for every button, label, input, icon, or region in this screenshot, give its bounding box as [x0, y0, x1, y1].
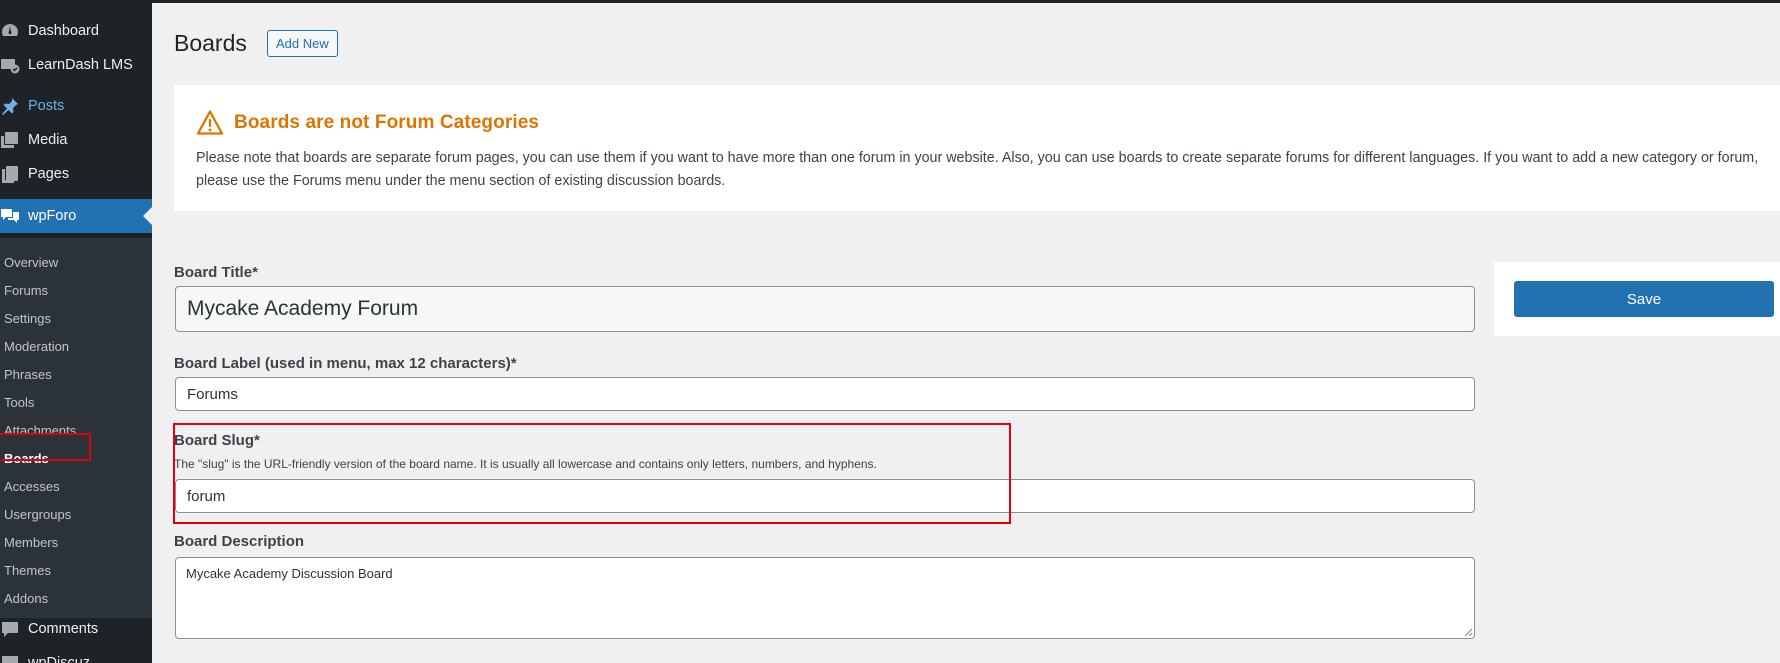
- current-arrow: [143, 207, 152, 225]
- submenu-settings[interactable]: Settings: [0, 305, 152, 331]
- dashboard-icon: [0, 21, 20, 41]
- admin-sidebar: Dashboard LearnDash LMS Posts Media Page…: [0, 3, 152, 663]
- submenu-overview[interactable]: Overview: [0, 249, 152, 275]
- page-title: Boards: [174, 30, 247, 56]
- menu-media[interactable]: Media: [0, 123, 152, 157]
- submenu-accesses[interactable]: Accesses: [0, 473, 152, 499]
- menu-label: wpForo: [28, 208, 77, 224]
- media-icon: [0, 130, 20, 150]
- slug-highlight-box: [173, 423, 1011, 524]
- menu-label: Posts: [28, 98, 65, 114]
- admin-bar: [0, 0, 1780, 3]
- resize-grip-icon[interactable]: [1462, 626, 1473, 637]
- boards-highlight-box: [0, 433, 91, 461]
- comments-icon: [0, 619, 20, 639]
- board-description-textarea[interactable]: Mycake Academy Discussion Board: [175, 557, 1475, 639]
- menu-dashboard[interactable]: Dashboard: [0, 14, 152, 48]
- menu-label: LearnDash LMS: [28, 57, 133, 73]
- notice-title: Boards are not Forum Categories: [234, 112, 540, 133]
- board-title-label: Board Title*: [174, 264, 258, 281]
- save-panel: Save: [1494, 262, 1780, 336]
- board-label-input[interactable]: Forums: [175, 377, 1475, 411]
- submenu-themes[interactable]: Themes: [0, 557, 152, 583]
- submenu-addons[interactable]: Addons: [0, 585, 152, 611]
- menu-label: Media: [28, 132, 68, 148]
- menu-posts[interactable]: Posts: [0, 89, 152, 123]
- add-new-button[interactable]: Add New: [267, 30, 338, 57]
- pin-icon: [0, 96, 20, 116]
- board-description-label: Board Description: [174, 533, 305, 550]
- menu-label: Comments: [28, 621, 99, 637]
- pages-icon: [0, 164, 20, 184]
- menu-comments[interactable]: Comments: [0, 612, 152, 646]
- menu-label: wpDiscuz: [28, 655, 91, 663]
- info-notice: Boards are not Forum Categories Please n…: [174, 85, 1780, 211]
- submenu-forums[interactable]: Forums: [0, 277, 152, 303]
- wpdiscuz-icon: [0, 653, 20, 663]
- notice-text: Please note that boards are separate for…: [196, 150, 1759, 189]
- forum-icon: [0, 206, 20, 226]
- submenu-moderation[interactable]: Moderation: [0, 333, 152, 359]
- menu-label: Pages: [28, 166, 70, 182]
- learndash-icon: [0, 55, 20, 75]
- board-label-label: Board Label (used in menu, max 12 charac…: [174, 355, 517, 372]
- menu-pages[interactable]: Pages: [0, 157, 152, 191]
- submenu-members[interactable]: Members: [0, 529, 152, 555]
- menu-label: Dashboard: [28, 23, 99, 39]
- menu-learndash[interactable]: LearnDash LMS: [0, 48, 152, 82]
- menu-wpforo[interactable]: wpForo: [0, 199, 152, 233]
- submenu-tools[interactable]: Tools: [0, 389, 152, 415]
- submenu-phrases[interactable]: Phrases: [0, 361, 152, 387]
- menu-wpdiscuz[interactable]: wpDiscuz: [0, 646, 152, 663]
- save-button[interactable]: Save: [1514, 281, 1774, 317]
- board-title-input[interactable]: Mycake Academy Forum: [175, 286, 1475, 332]
- submenu-usergroups[interactable]: Usergroups: [0, 501, 152, 527]
- notice-header: Boards are not Forum Categories: [196, 109, 539, 137]
- wpforo-submenu: Overview Forums Settings Moderation Phra…: [0, 238, 152, 618]
- warning-icon: [196, 110, 224, 135]
